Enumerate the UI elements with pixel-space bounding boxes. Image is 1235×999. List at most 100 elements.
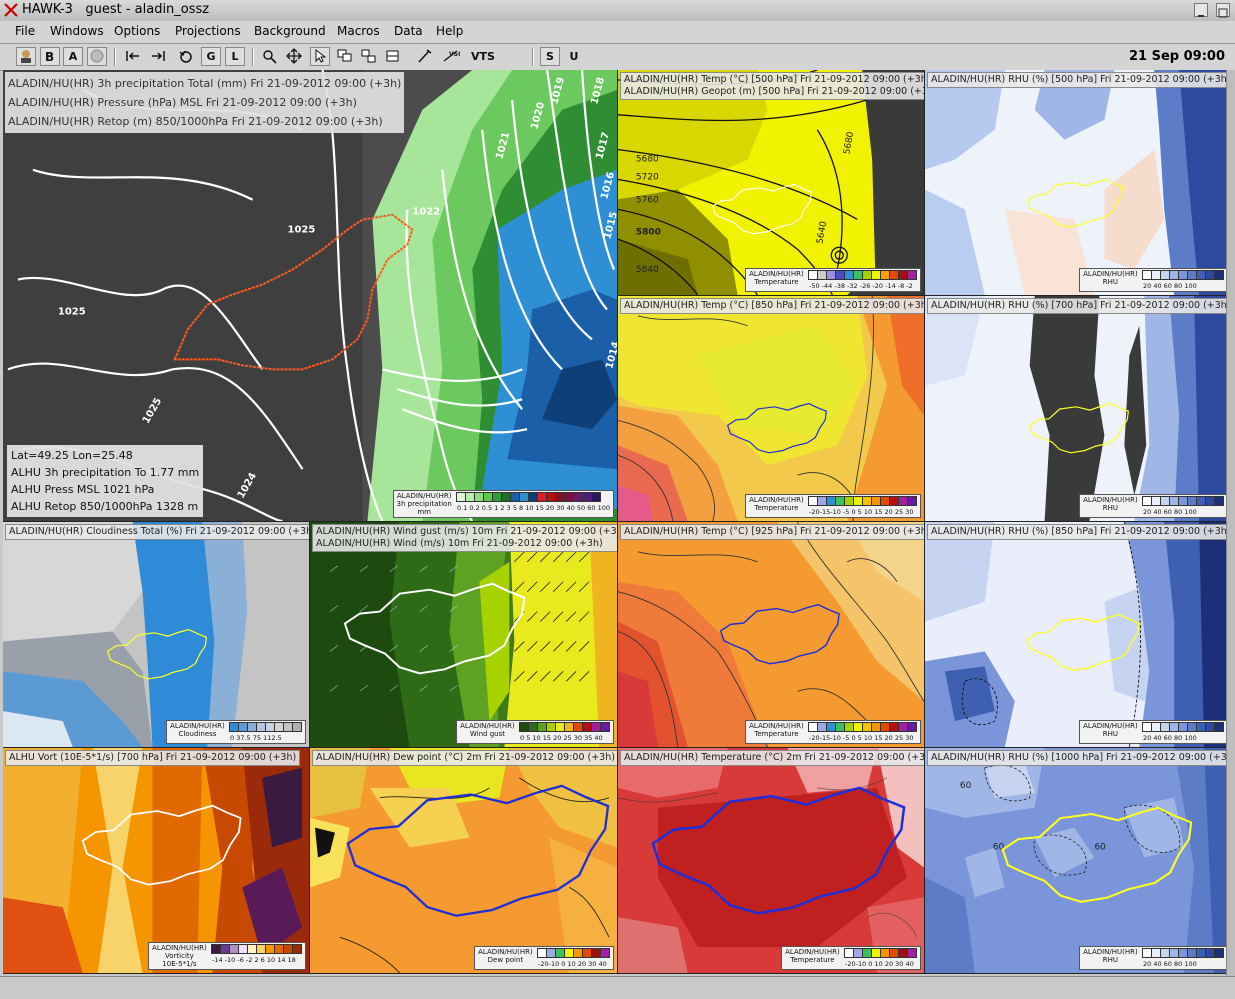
panel-legend: ALADIN/HU(HR) Dew point -20-10 0 10 20 30…: [474, 946, 614, 970]
vertical-scrollbar[interactable]: [1226, 70, 1235, 976]
geopot-label: 5800: [636, 227, 661, 237]
legend-name: 3h precipitation: [396, 500, 452, 508]
wind-gust-caption: ALADIN/HU(HR) Wind gust (m/s) 10m Fri 21…: [316, 526, 618, 537]
legend-name: Vorticity: [165, 952, 194, 960]
menu-windows[interactable]: Windows: [50, 24, 104, 38]
zoom-button[interactable]: [260, 47, 280, 66]
skip-last-icon: [152, 51, 165, 61]
draw-button[interactable]: [415, 47, 435, 66]
vertical-section-icon: VSC: [443, 50, 463, 62]
geopot-500-caption: ALADIN/HU(HR) Geopot (m) [500 hPa] Fri 2…: [624, 86, 925, 97]
wind-gust-map: [310, 522, 617, 747]
a-button[interactable]: A: [63, 47, 83, 66]
panel-rhu-1000[interactable]: 60 60 60 ALADIN/HU(HR) RHU (%) [1000 hPa…: [925, 748, 1232, 974]
precipitation-caption: ALADIN/HU(HR) 3h precipitation Total (mm…: [8, 77, 402, 90]
menu-file[interactable]: File: [15, 24, 35, 38]
g-button[interactable]: G: [201, 47, 221, 66]
retop-caption: ALADIN/HU(HR) Retop (m) 850/1000hPa Fri …: [8, 115, 383, 128]
toolbar-separator: [532, 48, 534, 66]
legend-ticks: -50 -44 -38 -32 -26 -20 -14 -8 -2: [809, 282, 913, 290]
legend-ticks: -20-10 0 10 20 30 40: [538, 960, 607, 968]
panel-rhu-850[interactable]: ALADIN/HU(HR) RHU (%) [850 hPa] Fri 21-0…: [925, 522, 1232, 748]
temp-850-caption: ALADIN/HU(HR) Temp (°C) [850 hPa] Fri 21…: [620, 298, 924, 314]
menu-data[interactable]: Data: [394, 24, 423, 38]
rhu-1000-caption: ALADIN/HU(HR) RHU (%) [1000 hPa] Fri 21-…: [927, 750, 1231, 766]
rhu-500-caption: ALADIN/HU(HR) RHU (%) [500 hPa] Fri 21-0…: [927, 72, 1231, 88]
rhu-850-map: [925, 522, 1231, 747]
legend-name: Dew point: [487, 956, 524, 964]
legend-ticks: -20-15-10 -5 0 5 10 15 20 25 30: [809, 734, 914, 742]
legend-ticks: 20 40 60 80 100: [1143, 282, 1197, 290]
panel-legend: ALADIN/HU(HR) RHU 20 40 60 80 100: [1079, 946, 1228, 970]
legend-model: ALADIN/HU(HR): [749, 496, 804, 504]
last-frame-button[interactable]: [148, 47, 168, 66]
u-button[interactable]: U: [564, 47, 584, 66]
legend-ticks: 0.1 0.2 0.5 1 2 3 5 8 10 15 20 30 40 50 …: [457, 504, 610, 512]
panel-caption: ALADIN/HU(HR) Wind gust (m/s) 10m Fri 21…: [312, 524, 618, 552]
panel-rhu-500[interactable]: ALADIN/HU(HR) RHU (%) [500 hPa] Fri 21-0…: [925, 70, 1232, 296]
legend-name: Temperature: [754, 278, 799, 286]
main-map-panel[interactable]: 1025 1025 1025 1024 1022 1021 1020 1019 …: [3, 70, 618, 522]
precipitation-readout: ALHU 3h precipitation To 1.77 mm: [11, 466, 200, 479]
rhu-1000-map: 60 60 60: [925, 748, 1231, 973]
rhu-contour-label: 60: [1094, 843, 1106, 853]
vertical-section-button[interactable]: VSC: [441, 47, 463, 66]
isobar-label: 1022: [412, 207, 440, 218]
panel-cloudiness[interactable]: ALADIN/HU(HR) Cloudiness Total (%) Fri 2…: [3, 522, 310, 748]
toggle-b-button[interactable]: B: [40, 47, 60, 66]
user-button[interactable]: [16, 47, 36, 66]
panel-temp-850[interactable]: ALADIN/HU(HR) Temp (°C) [850 hPa] Fri 21…: [618, 296, 925, 522]
window-titlebar: HAWK-3 guest - aladin_ossz: [0, 0, 1235, 22]
s-button[interactable]: S: [540, 47, 560, 66]
pan-button[interactable]: [284, 47, 304, 66]
window-title: HAWK-3 guest - aladin_ossz: [22, 2, 210, 17]
duplicate-button[interactable]: [359, 47, 379, 66]
panel-rhu-700[interactable]: ALADIN/HU(HR) RHU (%) [700 hPa] Fri 21-0…: [925, 296, 1232, 522]
geopot-label: 5720: [636, 173, 659, 183]
user-icon: [21, 50, 31, 63]
layers-button[interactable]: [335, 47, 355, 66]
main-panel-captions: ALADIN/HU(HR) 3h precipitation Total (mm…: [5, 72, 405, 133]
vts-button[interactable]: VTS: [469, 47, 497, 66]
legend-name: Cloudiness: [178, 730, 217, 738]
panel-temperature-2m[interactable]: ALADIN/HU(HR) Temperature (°C) 2m Fri 21…: [618, 748, 925, 974]
overlay-button[interactable]: [383, 47, 403, 66]
menu-options[interactable]: Options: [114, 24, 160, 38]
legend-model: ALADIN/HU(HR): [1083, 722, 1138, 730]
legend-unit: mm: [417, 508, 431, 516]
cloudiness-map: [3, 522, 309, 747]
x-window-icon: [4, 3, 18, 17]
temp-925-caption: ALADIN/HU(HR) Temp (°C) [925 hPa] Fri 21…: [620, 524, 924, 540]
panel-wind[interactable]: ALADIN/HU(HR) Wind gust (m/s) 10m Fri 21…: [310, 522, 618, 748]
menu-projections[interactable]: Projections: [175, 24, 241, 38]
b-icon: B: [45, 50, 54, 64]
panel-dewpoint[interactable]: ALADIN/HU(HR) Dew point (°C) 2m Fri 21-0…: [310, 748, 618, 974]
rhu-700-map: [925, 296, 1231, 521]
legend-name: RHU: [1102, 956, 1119, 964]
panel-vorticity[interactable]: ALHU Vort (10E-5*1/s) [700 hPa] Fri 21-0…: [3, 748, 310, 974]
globe-button[interactable]: [87, 47, 107, 66]
globe-icon: [90, 49, 104, 63]
menu-macros[interactable]: Macros: [337, 24, 380, 38]
maximize-button[interactable]: [1216, 3, 1230, 18]
rhu-500-map: [925, 70, 1231, 295]
panel-temp-500[interactable]: 5680 5720 5760 5800 5840 5640 5680 ALADI…: [618, 70, 925, 296]
minimize-button[interactable]: [1194, 3, 1208, 17]
panel-legend: ALADIN/HU(HR) Wind gust 0 5 10 15 20 25 3…: [456, 720, 614, 744]
legend-model: ALADIN/HU(HR): [1083, 948, 1138, 956]
panel-legend: ALADIN/HU(HR) Vorticity 10E-5*1/s -14 -10 …: [148, 942, 306, 970]
first-frame-button[interactable]: [123, 47, 143, 66]
panel-temp-925[interactable]: ALADIN/HU(HR) Temp (°C) [925 hPa] Fri 21…: [618, 522, 925, 748]
rhu-700-caption: ALADIN/HU(HR) RHU (%) [700 hPa] Fri 21-0…: [927, 298, 1231, 314]
forecast-datetime: 21 Sep 09:00: [1128, 49, 1225, 64]
pointer-button[interactable]: [310, 47, 330, 66]
menu-help[interactable]: Help: [436, 24, 463, 38]
point-readout: Lat=49.25 Lon=25.48 ALHU 3h precipitatio…: [7, 445, 204, 517]
menu-background[interactable]: Background: [254, 24, 326, 38]
l-button[interactable]: L: [225, 47, 245, 66]
legend-name: RHU: [1102, 730, 1119, 738]
legend-name: Temperature: [790, 956, 835, 964]
loop-button[interactable]: [176, 47, 196, 66]
toolbar: B A G L VSC VTS S U 21 Sep 09:00: [0, 44, 1235, 71]
vorticity-caption: ALHU Vort (10E-5*1/s) [700 hPa] Fri 21-0…: [5, 750, 301, 766]
